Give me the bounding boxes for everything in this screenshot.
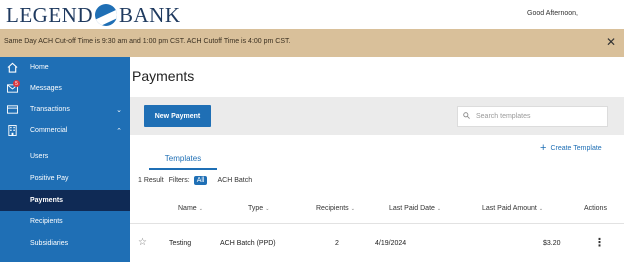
filter-ach-batch-chip[interactable]: ACH Batch xyxy=(217,177,252,184)
search-templates-input[interactable]: Search templates xyxy=(457,106,608,127)
logo-text-right: BANK xyxy=(118,2,181,27)
filter-bar: 1 Result Filters: All ACH Batch xyxy=(138,174,252,186)
new-payment-button[interactable]: New Payment xyxy=(144,105,211,127)
sidebar-item-label: Transactions xyxy=(30,106,70,113)
payments-toolbar: New Payment Search templates xyxy=(130,97,624,135)
sidebar-item-label: Subsidiaries xyxy=(30,240,69,247)
search-placeholder: Search templates xyxy=(476,113,531,120)
cell-last-paid-date: 4/19/2024 xyxy=(375,240,407,247)
sidebar-item-positive-pay[interactable]: Positive Pay xyxy=(0,168,130,189)
sort-icon: ⌄ xyxy=(538,206,544,212)
cell-name[interactable]: Testing xyxy=(169,240,191,247)
column-header-type[interactable]: Type ⌄ xyxy=(248,205,269,212)
sidebar-item-label: Positive Pay xyxy=(30,175,69,182)
search-icon xyxy=(463,112,470,121)
create-template-label: Create Template xyxy=(550,144,602,152)
logo-emblem-icon xyxy=(94,4,117,26)
create-template-button[interactable]: + Create Template xyxy=(540,142,602,154)
sort-icon: ⌄ xyxy=(350,206,355,212)
column-header-last-paid-amount[interactable]: Last Paid Amount ⌄ xyxy=(482,205,543,212)
messages-count-badge: 5 xyxy=(13,80,20,87)
ach-cutoff-banner: Same Day ACH Cut-off Time is 9:30 am and… xyxy=(0,29,624,57)
plus-icon: + xyxy=(540,142,547,154)
sidebar-item-subsidiaries[interactable]: Subsidiaries xyxy=(0,233,130,254)
greeting-text: Good Afternoon, xyxy=(527,10,578,17)
column-header-recipients[interactable]: Recipients ⌄ xyxy=(316,205,355,212)
chevron-up-icon: ⌃ xyxy=(116,127,122,135)
table-header-divider xyxy=(130,223,624,224)
sidebar-item-label: Home xyxy=(30,64,49,71)
page-title: Payments xyxy=(132,68,195,84)
card-icon xyxy=(6,104,18,116)
favorite-star-icon[interactable]: ☆ xyxy=(138,237,147,248)
sidebar-item-label: Commercial xyxy=(30,127,68,134)
sidebar-item-label: Users xyxy=(30,153,49,160)
sidebar-item-users[interactable]: Users xyxy=(0,146,130,167)
top-header: LEGEND BANK Good Afternoon, xyxy=(0,0,624,29)
sidebar-item-home[interactable]: Home xyxy=(0,57,130,78)
result-count: 1 Result xyxy=(138,176,164,184)
sidebar-item-payments[interactable]: Payments xyxy=(0,190,130,211)
column-header-last-paid-date[interactable]: Last Paid Date ⌄ xyxy=(389,205,441,212)
sidebar-nav: Home 5 Messages Transactions ⌄ Commercia… xyxy=(0,57,130,262)
cell-type: ACH Batch (PPD) xyxy=(220,240,276,247)
close-icon[interactable]: ✕ xyxy=(606,36,616,48)
sidebar-item-commercial[interactable]: Commercial ⌃ xyxy=(0,120,130,141)
filter-all-chip[interactable]: All xyxy=(193,175,208,185)
more-actions-icon[interactable]: ⋮ xyxy=(594,236,605,249)
home-icon xyxy=(6,62,18,74)
filters-label: Filters: xyxy=(168,176,190,184)
sidebar-item-label: Payments xyxy=(30,197,64,204)
cell-recipients: 2 xyxy=(335,240,339,247)
column-header-name[interactable]: Name ⌄ xyxy=(178,205,203,212)
sort-icon: ⌄ xyxy=(436,206,442,212)
sidebar-item-label: Recipients xyxy=(30,218,63,225)
sidebar-item-recipients[interactable]: Recipients xyxy=(0,211,130,232)
chevron-down-icon: ⌄ xyxy=(116,106,122,114)
logo-text-left: LEGEND xyxy=(6,2,93,27)
main-content: Payments New Payment Search templates Te… xyxy=(130,57,624,262)
sidebar-item-label: Messages xyxy=(30,85,62,92)
banner-message: Same Day ACH Cut-off Time is 9:30 am and… xyxy=(4,38,291,45)
sidebar-item-messages[interactable]: 5 Messages xyxy=(0,78,130,99)
building-icon xyxy=(6,125,18,137)
sort-icon: ⌄ xyxy=(265,206,270,212)
sidebar-item-transactions[interactable]: Transactions ⌄ xyxy=(0,99,130,120)
cell-last-paid-amount: $3.20 xyxy=(543,240,561,247)
tab-templates[interactable]: Templates xyxy=(149,154,217,170)
sort-icon: ⌄ xyxy=(198,206,203,212)
bank-logo[interactable]: LEGEND BANK xyxy=(6,2,181,27)
column-header-actions: Actions xyxy=(584,205,607,212)
